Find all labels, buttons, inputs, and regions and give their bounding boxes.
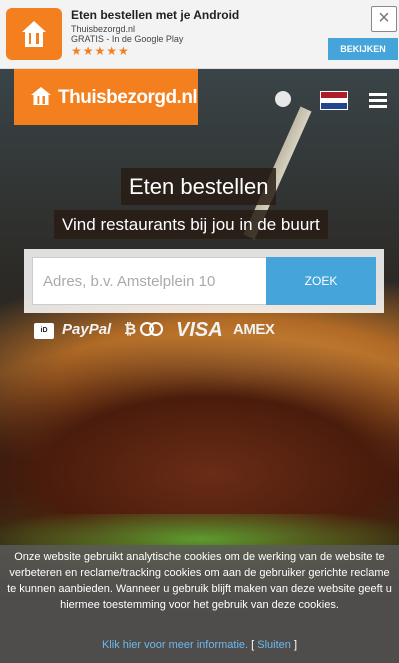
paypal-icon: PayPal: [62, 321, 112, 338]
logo-text: Thuisbezorgd.nl: [58, 87, 198, 108]
visa-icon: VISA: [176, 319, 223, 341]
logo-house-icon: [31, 87, 51, 105]
app-icon[interactable]: [6, 8, 62, 60]
app-install-banner: Eten bestellen met je Android Thuisbezor…: [0, 0, 399, 69]
ideal-icon: iD: [34, 323, 54, 339]
bitcoin-icon: ₿: [124, 321, 137, 338]
cookie-close-link[interactable]: Sluiten: [257, 639, 291, 651]
banner-developer: Thuisbezorgd.nl: [71, 24, 136, 34]
search-button[interactable]: ZOEK: [266, 257, 376, 305]
cookie-links: Klik hier voor meer informatie. [ Sluite…: [0, 639, 399, 651]
close-banner-button[interactable]: ×: [371, 6, 397, 32]
cookie-notice: Onze website gebruikt analytische cookie…: [0, 545, 399, 663]
view-app-button[interactable]: BEKIJKEN: [328, 38, 398, 60]
amex-icon: AMEX: [233, 321, 275, 338]
cookie-text: Onze website gebruikt analytische cookie…: [7, 551, 392, 611]
house-fork-knife-icon: [22, 21, 46, 47]
page-headline: Eten bestellen: [121, 168, 277, 205]
banner-store-info: GRATIS - In de Google Play: [71, 34, 184, 44]
page-subheadline: Vind restaurants bij jou in de buurt: [54, 210, 328, 239]
mastercard-icon: [140, 322, 164, 338]
banner-title: Eten bestellen met je Android: [71, 8, 240, 22]
globe-icon[interactable]: [275, 91, 291, 107]
site-logo[interactable]: Thuisbezorgd.nl: [14, 69, 198, 125]
rating-stars: ★★★★★: [71, 44, 130, 58]
nl-flag-icon[interactable]: [320, 91, 348, 110]
bracket-open: [: [251, 639, 255, 651]
hamburger-menu-icon[interactable]: [369, 93, 387, 111]
address-input[interactable]: [32, 257, 280, 305]
bracket-close: ]: [293, 639, 298, 651]
cookie-more-info-link[interactable]: Klik hier voor meer informatie.: [102, 639, 248, 651]
address-search-form: ZOEK: [24, 249, 384, 313]
